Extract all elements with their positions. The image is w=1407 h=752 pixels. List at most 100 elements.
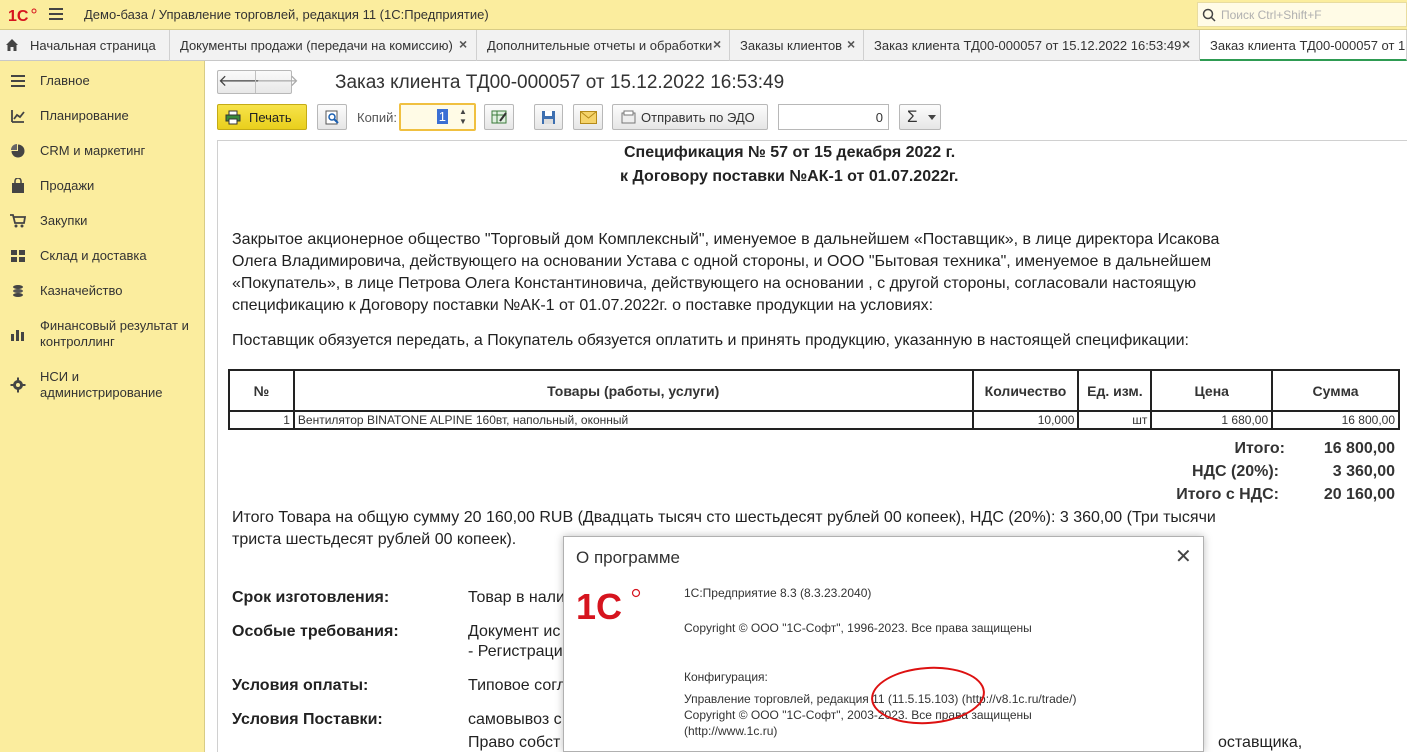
gear-icon xyxy=(10,377,26,393)
dialog-title: О программе xyxy=(576,548,681,567)
table-row: 1 Вентилятор BINATONE ALPINE 160вт, напо… xyxy=(228,410,1400,430)
sidebar-item-purchases[interactable]: Закупки xyxy=(0,203,205,237)
spinner-icon[interactable]: ▲ ▼ xyxy=(454,107,472,127)
tab-label: Заказ клиента ТД00-000057 от 15.12.2022 … xyxy=(1210,38,1406,53)
save-button[interactable] xyxy=(534,104,563,130)
intro-line-2: Олега Владимировича, действующего на осн… xyxy=(232,253,1212,270)
print-button[interactable]: Печать xyxy=(217,104,307,130)
condition-value: Документ ис xyxy=(468,623,561,640)
svg-text:1С: 1С xyxy=(576,587,622,623)
tab-label: Документы продажи (передачи на комиссию) xyxy=(180,38,453,53)
sidebar-item-label: Казначейство xyxy=(40,283,123,298)
intro-line-1: Закрытое акционерное общество "Торговый … xyxy=(232,231,1220,248)
sidebar-item-label-2: администрирование xyxy=(40,385,163,400)
cell-goods: Вентилятор BINATONE ALPINE 160вт, наполь… xyxy=(292,410,974,430)
edit-button[interactable] xyxy=(484,104,514,130)
tail-text: оставщика, xyxy=(1218,734,1303,751)
about-dialog: О программе ✕ 1С 1С:Предприятие 8.3 (8.3… xyxy=(563,536,1204,752)
obligation-text: Поставщик обязуется передать, а Покупате… xyxy=(232,332,1189,349)
floppy-icon xyxy=(542,111,555,124)
summary-line-1: Итого Товара на общую сумму 20 160,00 RU… xyxy=(232,509,1216,526)
sidebar-item-label: Склад и доставка xyxy=(40,248,147,263)
spec-subheading: к Договору поставки №АК-1 от 01.07.2022г… xyxy=(620,168,959,185)
sidebar-item-planning[interactable]: Планирование xyxy=(0,98,205,132)
send-edo-label: Отправить по ЭДО xyxy=(641,110,755,125)
preview-icon xyxy=(325,110,339,125)
number-value: 0 xyxy=(875,110,883,125)
cell-unit: шт xyxy=(1077,410,1153,430)
copies-value: 1 xyxy=(436,109,448,124)
main-menu-icon[interactable] xyxy=(49,8,63,20)
1c-logo-icon[interactable]: 1С xyxy=(8,6,38,24)
close-icon[interactable]: ✕ xyxy=(1175,547,1192,567)
config-copyright: Copyright © ООО "1С-Софт", 2003-2023. Вс… xyxy=(684,708,1032,722)
cell-qty: 10,000 xyxy=(971,410,1080,430)
close-icon[interactable]: × xyxy=(713,36,721,52)
vat-label: НДС (20%): xyxy=(1192,463,1279,480)
title-bar: 1С Демо-база / Управление торговлей, ред… xyxy=(0,0,1407,30)
email-button[interactable] xyxy=(573,104,603,130)
condition-value: Типовое согл xyxy=(468,677,567,694)
number-field[interactable]: 0 xyxy=(778,104,889,130)
tab-label: Начальная страница xyxy=(30,38,156,53)
tab-bar: Начальная страница Документы продажи (пе… xyxy=(0,30,1407,61)
cell-number: 1 xyxy=(228,410,295,430)
sidebar-item-label: НСИ и xyxy=(40,369,79,384)
send-edo-button[interactable]: Отправить по ЭДО xyxy=(612,104,768,130)
col-header-price: Цена xyxy=(1150,369,1274,412)
bag-icon xyxy=(12,178,24,193)
tab-orders[interactable]: Заказы клиентов × xyxy=(730,30,864,61)
col-header-number: № xyxy=(228,369,295,412)
condition-value-2: - Регистраци xyxy=(468,643,563,660)
copies-input[interactable]: 1 ▲ ▼ xyxy=(399,103,476,131)
app-title: Демо-база / Управление торговлей, редакц… xyxy=(84,7,489,22)
back-arrow-icon[interactable]: 🡐 xyxy=(218,71,261,93)
condition-label: Особые требования: xyxy=(232,623,399,640)
sum-button[interactable]: Σ xyxy=(899,104,941,130)
condition-value-2: Право собст xyxy=(468,734,561,751)
intro-line-4: спецификацию к Договору поставки №АК-1 о… xyxy=(232,297,934,314)
chevron-down-icon xyxy=(928,115,936,120)
coins-icon xyxy=(13,285,23,297)
close-icon[interactable]: × xyxy=(459,36,467,52)
sidebar-item-warehouse[interactable]: Склад и доставка xyxy=(0,238,205,272)
total-vat-value: 20 160,00 xyxy=(1323,486,1395,503)
config-site-link[interactable]: (http://www.1c.ru) xyxy=(684,724,777,738)
search-placeholder: Поиск Ctrl+Shift+F xyxy=(1221,8,1322,22)
sidebar-item-admin[interactable]: НСИ и администрирование xyxy=(0,359,205,401)
col-header-sum: Сумма xyxy=(1271,369,1400,412)
close-icon[interactable]: × xyxy=(847,36,855,52)
sidebar-item-label: Планирование xyxy=(40,108,129,123)
spec-table: № Товары (работы, услуги) Количество Ед.… xyxy=(228,369,1400,430)
sidebar-item-main[interactable]: Главное xyxy=(0,63,205,97)
sidebar-item-treasury[interactable]: Казначейство xyxy=(0,273,205,307)
forward-arrow-icon[interactable]: 🡒 xyxy=(256,71,299,93)
tab-label: Дополнительные отчеты и обработки xyxy=(487,38,713,53)
tab-label: Заказы клиентов xyxy=(740,38,843,53)
tab-sales-docs[interactable]: Документы продажи (передачи на комиссию)… xyxy=(170,30,477,61)
search-icon xyxy=(1202,8,1216,22)
sidebar-item-crm[interactable]: CRM и маркетинг xyxy=(0,133,205,167)
close-icon[interactable]: × xyxy=(1182,36,1190,52)
edit-table-icon xyxy=(491,110,507,124)
search-input[interactable]: Поиск Ctrl+Shift+F xyxy=(1197,2,1407,27)
tab-reports[interactable]: Дополнительные отчеты и обработки × xyxy=(477,30,730,61)
warehouse-icon xyxy=(11,250,25,262)
printer-icon xyxy=(225,110,241,125)
tab-order-active[interactable]: Заказ клиента ТД00-000057 от 15.12.2022 … xyxy=(1200,30,1407,61)
tab-order-1[interactable]: Заказ клиента ТД00-000057 от 15.12.2022 … xyxy=(864,30,1200,61)
cart-icon xyxy=(10,214,26,228)
condition-label: Условия Поставки: xyxy=(232,711,383,728)
print-label: Печать xyxy=(249,110,292,125)
sidebar-item-finance[interactable]: Финансовый результат и контроллинг xyxy=(0,308,205,350)
tab-home[interactable]: Начальная страница xyxy=(0,30,170,61)
menu-icon xyxy=(11,75,25,87)
sidebar-item-sales[interactable]: Продажи xyxy=(0,168,205,202)
preview-button[interactable] xyxy=(317,104,347,130)
home-icon xyxy=(6,39,18,51)
tab-label: Заказ клиента ТД00-000057 от 15.12.2022 … xyxy=(874,38,1182,53)
sidebar-item-label-2: контроллинг xyxy=(40,334,115,349)
nav-buttons: 🡐 🡒 xyxy=(217,70,299,94)
condition-label: Срок изготовления: xyxy=(232,589,390,606)
total-vat-label: Итого с НДС: xyxy=(1176,486,1279,503)
